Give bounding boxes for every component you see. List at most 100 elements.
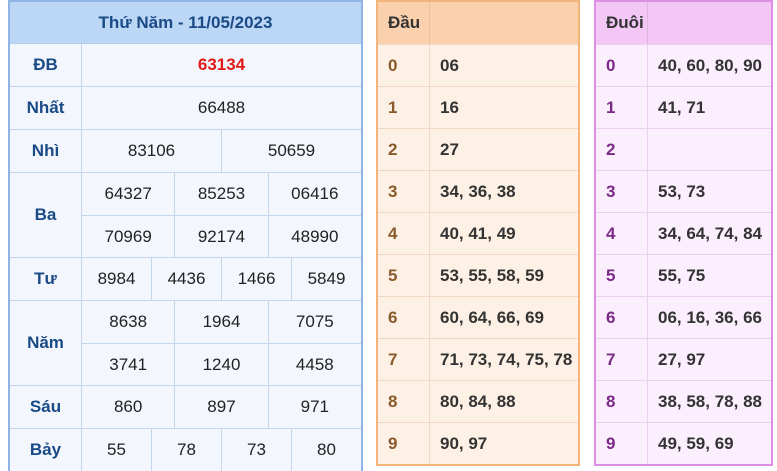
- dau-values: 27: [440, 139, 459, 159]
- prize-row: Ba 64327 85253 06416 70969 92174 48990: [10, 173, 361, 258]
- dau-row: 1 16: [378, 86, 578, 128]
- prize-number: 66488: [197, 98, 246, 117]
- special-prize-number: 63134: [197, 55, 246, 74]
- dau-values: 16: [440, 97, 459, 117]
- prize-rows: ĐB 63134 Nhất 66488 Nhì 83106 50659 Ba 64327 8525…: [10, 44, 361, 471]
- duoi-row: 0 40, 60, 80, 90: [596, 44, 771, 86]
- prize-label: Tư: [10, 258, 82, 300]
- dau-digit: 5: [378, 255, 430, 296]
- duoi-values: 06, 16, 36, 66: [658, 307, 762, 327]
- prize-number: 1240: [174, 344, 267, 385]
- dau-digit: 9: [378, 423, 430, 464]
- duoi-digit: 7: [596, 339, 648, 380]
- tail-digit-table: Đuôi 0 40, 60, 80, 90 1 41, 71 2 3 53, 73 4 34, …: [594, 0, 773, 466]
- duoi-digit: 0: [596, 45, 648, 86]
- duoi-values: 34, 64, 74, 84: [658, 223, 762, 243]
- prize-number: 85253: [174, 173, 267, 215]
- prize-number: 64327: [104, 184, 152, 203]
- dau-row: 6 60, 64, 66, 69: [378, 296, 578, 338]
- prize-number: 83106: [127, 141, 176, 160]
- dau-row: 8 80, 84, 88: [378, 380, 578, 422]
- prize-label: Nhất: [10, 87, 82, 129]
- results-title: Thứ Năm - 11/05/2023: [10, 2, 361, 44]
- dau-values: 53, 55, 58, 59: [440, 265, 544, 285]
- prize-label: Năm: [10, 301, 82, 385]
- duoi-digit: 8: [596, 381, 648, 422]
- head-table-header-label: Đầu: [378, 2, 430, 44]
- prize-number: 50659: [221, 130, 361, 172]
- prize-row: Bảy 55 78 73 80: [10, 429, 361, 471]
- dau-digit: 8: [378, 381, 430, 422]
- dau-digit: 0: [378, 45, 430, 86]
- prize-number: 1466: [221, 258, 291, 300]
- dau-digit: 1: [378, 87, 430, 128]
- dau-row: 3 34, 36, 38: [378, 170, 578, 212]
- prize-number: 92174: [174, 216, 267, 257]
- prize-number: 06416: [267, 173, 361, 215]
- prize-number: 971: [267, 386, 361, 428]
- prize-number: 80: [291, 429, 361, 471]
- dau-row: 4 40, 41, 49: [378, 212, 578, 254]
- prize-number: 5849: [291, 258, 361, 300]
- duoi-row: 9 49, 59, 69: [596, 422, 771, 464]
- duoi-values: 27, 97: [658, 349, 706, 369]
- duoi-digit: 5: [596, 255, 648, 296]
- prize-number: 897: [174, 386, 267, 428]
- prize-label: ĐB: [10, 44, 82, 86]
- prize-number: 7075: [267, 301, 361, 343]
- dau-digit: 3: [378, 171, 430, 212]
- prize-row: ĐB 63134: [10, 44, 361, 87]
- duoi-values: 40, 60, 80, 90: [658, 55, 762, 75]
- prize-row: Nhì 83106 50659: [10, 130, 361, 173]
- duoi-digit: 1: [596, 87, 648, 128]
- dau-values: 34, 36, 38: [440, 181, 516, 201]
- duoi-digit: 4: [596, 213, 648, 254]
- duoi-digit: 6: [596, 297, 648, 338]
- prize-number: 1964: [174, 301, 267, 343]
- prize-number: 70969: [104, 226, 152, 246]
- duoi-row: 4 34, 64, 74, 84: [596, 212, 771, 254]
- duoi-values: [648, 129, 771, 170]
- dau-digit: 6: [378, 297, 430, 338]
- duoi-row: 5 55, 75: [596, 254, 771, 296]
- dau-row: 5 53, 55, 58, 59: [378, 254, 578, 296]
- duoi-row: 2: [596, 128, 771, 170]
- dau-row: 0 06: [378, 44, 578, 86]
- dau-row: 2 27: [378, 128, 578, 170]
- prize-label: Sáu: [10, 386, 82, 428]
- duoi-values: 53, 73: [658, 181, 706, 201]
- prize-number: 78: [151, 429, 221, 471]
- dau-row: 7 71, 73, 74, 75, 78: [378, 338, 578, 380]
- prize-number: 4458: [267, 344, 361, 385]
- lottery-results-table: Thứ Năm - 11/05/2023 ĐB 63134 Nhất 66488 Nhì…: [8, 0, 363, 471]
- prize-number: 55: [107, 440, 126, 459]
- prize-number: 73: [221, 429, 291, 471]
- dau-values: 71, 73, 74, 75, 78: [440, 349, 573, 369]
- dau-values: 60, 64, 66, 69: [440, 307, 544, 327]
- prize-label: Ba: [10, 173, 82, 257]
- duoi-row: 3 53, 73: [596, 170, 771, 212]
- prize-number: 4436: [151, 258, 221, 300]
- dau-digit: 7: [378, 339, 430, 380]
- prize-row: Nhất 66488: [10, 87, 361, 130]
- duoi-digit: 3: [596, 171, 648, 212]
- duoi-digit: 9: [596, 423, 648, 464]
- prize-row: Sáu 860 897 971: [10, 386, 361, 429]
- dau-values: 06: [440, 55, 459, 75]
- prize-row: Tư 8984 4436 1466 5849: [10, 258, 361, 301]
- prize-number: 48990: [267, 216, 361, 257]
- head-digit-table: Đầu 0 06 1 16 2 27 3 34, 36, 38 4 40, 41, 49 5 53, …: [376, 0, 580, 466]
- prize-number: 3741: [109, 354, 148, 374]
- prize-label: Bảy: [10, 429, 82, 471]
- duoi-digit: 2: [596, 129, 648, 170]
- duoi-row: 1 41, 71: [596, 86, 771, 128]
- duoi-values: 55, 75: [658, 265, 706, 285]
- prize-number: 860: [113, 397, 143, 416]
- dau-values: 40, 41, 49: [440, 223, 516, 243]
- duoi-values: 41, 71: [658, 97, 706, 117]
- duoi-row: 7 27, 97: [596, 338, 771, 380]
- dau-values: 80, 84, 88: [440, 391, 516, 411]
- prize-label: Nhì: [10, 130, 82, 172]
- head-table-header: Đầu: [378, 2, 578, 44]
- dau-row: 9 90, 97: [378, 422, 578, 464]
